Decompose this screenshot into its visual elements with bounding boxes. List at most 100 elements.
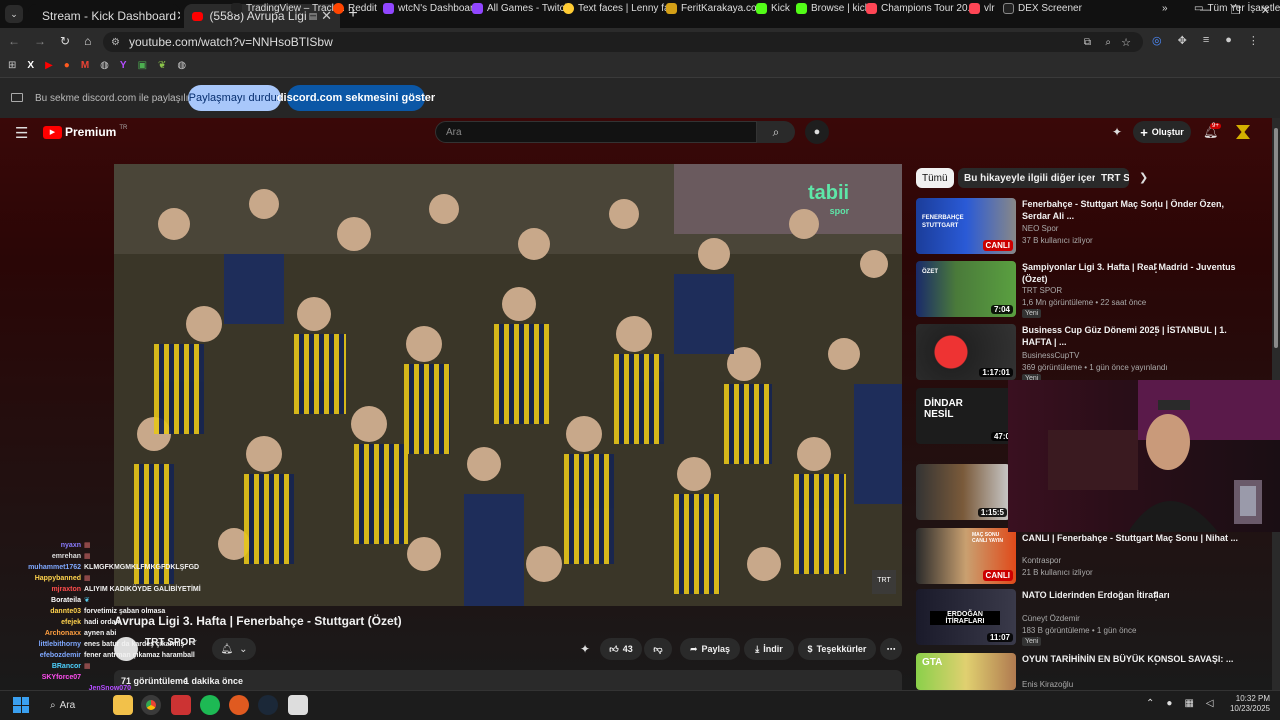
video-thumbnail[interactable]: ERDOĞAN İTİRAFLARI 11:07 (916, 589, 1016, 645)
share-button[interactable]: ➦ Paylaş (680, 638, 740, 660)
home-icon[interactable]: ⌂ (84, 34, 91, 48)
recommendation-item[interactable]: ÖZET 7:04 Şampiyonlar Ligi 3. Hafta | Re… (916, 261, 1266, 321)
more-options-icon[interactable]: ⋮ (1150, 653, 1162, 667)
chat-username: efebozdemir (39, 652, 81, 659)
search-button[interactable]: ⌕ (757, 121, 795, 143)
tab-search-icon[interactable]: ⌄ (5, 5, 23, 23)
dislike-button[interactable]: 👎︎ (644, 638, 672, 660)
video-thumbnail[interactable]: GTA (916, 653, 1016, 690)
sparkle-icon[interactable]: ✦ (580, 642, 590, 656)
windows-start-icon[interactable] (13, 697, 29, 713)
tray-chevron-icon[interactable]: ⌃ (1146, 698, 1154, 709)
address-bar[interactable]: ⚙ youtube.com/watch?v=NNHsoBTISbw ⧉ ⌕ ☆ (103, 32, 1143, 52)
chip-all[interactable]: Tümü (916, 168, 954, 188)
discord-app-icon[interactable] (288, 695, 308, 715)
chrome-icon[interactable] (141, 695, 161, 715)
globe-icon[interactable]: ◍ (100, 60, 109, 71)
download-button[interactable]: ⤓ İndir (744, 638, 794, 660)
video-thumbnail[interactable]: MAÇ SONU CANLI YAYIN CANLI (916, 528, 1016, 584)
cast-icon[interactable]: ✦ (1112, 125, 1122, 139)
gmail-icon[interactable]: M (81, 60, 89, 71)
youtube-icon[interactable]: ▶ (45, 60, 53, 71)
video-thumbnail[interactable]: 1:17:01 (916, 324, 1016, 380)
bookmark-champions-tour[interactable]: Champions Tour 20... (866, 3, 976, 14)
recommendation-item[interactable]: ERDOĞAN İTİRAFLARI 11:07 NATO Liderinden… (916, 589, 1266, 649)
leaf-icon[interactable]: ❦ (158, 60, 166, 71)
video-thumbnail[interactable]: ÖZET 7:04 (916, 261, 1016, 317)
show-discord-tab-button[interactable]: discord.com sekmesini göster (277, 85, 435, 111)
bookmark-favicons: ⊞ X ▶ ● M ◍ Y ▣ ❦ ◍ (8, 60, 186, 71)
app-icon[interactable] (171, 695, 191, 715)
recommendation-item[interactable]: GTA OYUN TARİHİNİN EN BÜYÜK KONSOL SAVAŞ… (916, 653, 1266, 690)
web-icon[interactable]: ◍ (177, 60, 186, 71)
file-explorer-icon[interactable] (113, 695, 133, 715)
taskbar-search[interactable]: ⌕ Ara (50, 696, 100, 714)
browser-menu-icon[interactable]: ⋮ (1248, 34, 1259, 47)
search-box[interactable]: Ara (435, 121, 757, 143)
bookmark-browse-kick[interactable]: Browse | kick (796, 3, 870, 14)
obs-recording-icon[interactable] (229, 695, 249, 715)
microphone-icon[interactable]: ● (1166, 698, 1172, 709)
steam-icon[interactable] (258, 695, 278, 715)
thanks-button[interactable]: $ Teşekkürler (798, 638, 876, 660)
bookmark-tradingview[interactable]: TradingView – Track... (231, 3, 345, 14)
more-actions-button[interactable]: ⋯ (880, 638, 902, 660)
spotify-icon[interactable] (200, 695, 220, 715)
chat-username: littlebithorny (38, 641, 81, 648)
more-options-icon[interactable]: ⋮ (1150, 261, 1162, 275)
recommendation-item[interactable]: FENERBAHÇE STUTTGART CANLI Fenerbahçe - … (916, 198, 1266, 258)
tab-kick-dashboard[interactable]: Stream - Kick Dashboard ✕ (28, 4, 180, 28)
apps-icon[interactable]: ⊞ (8, 60, 16, 71)
chat-message: SKYforce07 (0, 672, 230, 683)
clock[interactable]: 10:32 PM 10/23/2025 (1218, 694, 1270, 714)
bookmark-feritkarakaya[interactable]: FeritKarakaya.com (666, 3, 765, 14)
sheet-icon[interactable]: ▣ (138, 60, 147, 71)
chips-next-icon[interactable]: ❯ (1139, 171, 1148, 184)
more-options-icon[interactable]: ⋮ (1150, 198, 1162, 212)
site-info-icon[interactable]: ⚙ (111, 37, 120, 48)
profile-avatar[interactable]: ● (1225, 34, 1232, 47)
volume-icon[interactable]: ◁ (1206, 698, 1214, 709)
like-button[interactable]: 👍︎ 43 (600, 638, 642, 660)
voice-search-icon[interactable]: ● (805, 120, 829, 144)
media-control-icon[interactable]: ≡ (1203, 34, 1209, 47)
youtube-logo[interactable]: ▶ Premium TR (43, 125, 127, 139)
chip-trt-spor[interactable]: TRT S (1095, 168, 1129, 188)
all-bookmarks[interactable]: ▭ Tüm Yer İşaretleri (1194, 3, 1280, 14)
extensions-puzzle-icon[interactable]: ✥ (1178, 34, 1187, 47)
bookmark-label: wtcN's Dashboard (398, 3, 479, 14)
recommendation-item[interactable]: 1:17:01 Business Cup Güz Dönemi 2025 | İ… (916, 324, 1266, 384)
video-thumbnail[interactable]: DİNDAR NESİL 47:0 (916, 388, 1016, 444)
zoom-icon[interactable]: ⌕ (1105, 37, 1111, 48)
bookmark-wtcn[interactable]: wtcN's Dashboard (383, 3, 479, 14)
hamburger-menu-icon[interactable]: ☰ (15, 124, 28, 142)
reload-icon[interactable]: ↻ (60, 34, 70, 48)
yahoo-icon[interactable]: Y (120, 60, 127, 71)
network-icon[interactable]: ▦ (1184, 698, 1193, 709)
video-thumbnail[interactable]: FENERBAHÇE STUTTGART CANLI (916, 198, 1016, 254)
reddit-icon[interactable]: ● (64, 60, 70, 71)
bookmark-kick[interactable]: Kick (756, 3, 790, 14)
close-tab-icon[interactable]: ✕ (176, 8, 180, 24)
more-options-icon[interactable]: ⋮ (1150, 589, 1162, 603)
recommendation-item[interactable]: MAÇ SONU CANLI YAYIN CANLI CANLI | Fener… (916, 528, 1266, 588)
x-icon[interactable]: X (27, 60, 34, 71)
bookmark-vlr[interactable]: vlr (969, 3, 995, 14)
bookmarks-overflow-icon[interactable]: » (1162, 3, 1168, 14)
bookmark-star-icon[interactable]: ☆ (1121, 36, 1131, 49)
create-button[interactable]: + Oluştur (1133, 121, 1191, 143)
video-thumbnail[interactable]: 1:15:5 (916, 464, 1010, 520)
reddit-icon (333, 3, 344, 14)
bookmark-text-faces[interactable]: Text faces | Lenny fa... (563, 3, 678, 14)
forward-icon[interactable]: → (34, 34, 46, 48)
more-options-icon[interactable]: ⋮ (1150, 324, 1162, 338)
extension-icon[interactable]: ◎ (1152, 34, 1162, 47)
rec-title: NATO Liderinden Erdoğan İtirafları (1022, 590, 1170, 600)
bookmark-reddit[interactable]: Reddit (333, 3, 377, 14)
bookmark-dex-screener[interactable]: DEX Screener (1003, 3, 1082, 14)
bookmark-all-games[interactable]: All Games - Twitch (472, 3, 570, 14)
cast-icon[interactable]: ⧉ (1084, 37, 1091, 48)
stop-sharing-button[interactable]: Paylaşmayı durdur (188, 85, 281, 111)
scrollbar-thumb[interactable] (1274, 128, 1278, 348)
back-icon[interactable]: ← (8, 34, 20, 48)
